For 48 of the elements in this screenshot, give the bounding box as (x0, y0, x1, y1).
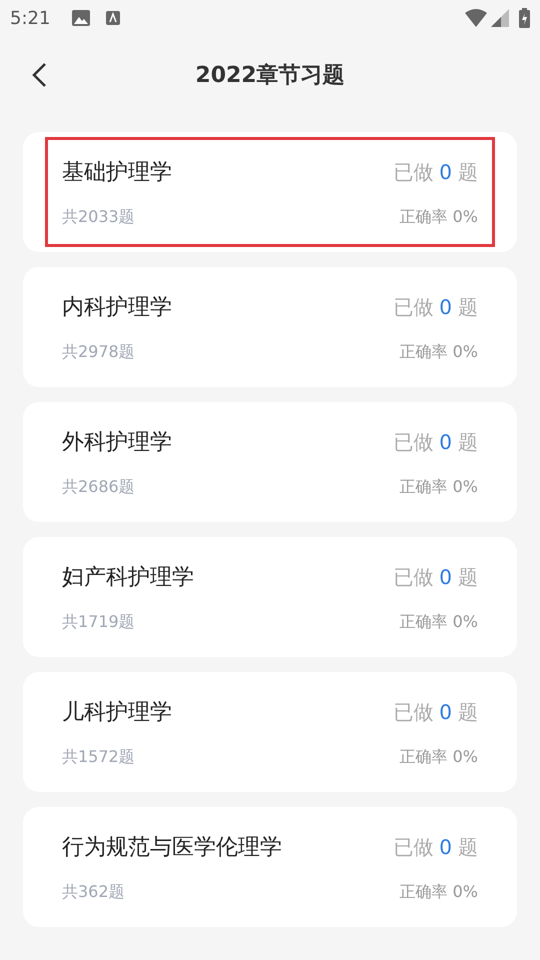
done-unit: 题 (458, 159, 478, 186)
subject-card[interactable]: 基础护理学 已做 0 题 共2033题 正确率 0% (23, 132, 517, 252)
subject-card[interactable]: 内科护理学 已做 0 题 共2978题 正确率 0% (23, 267, 517, 387)
subject-card[interactable]: 行为规范与医学伦理学 已做 0 题 共362题 正确率 0% (23, 807, 517, 927)
subject-card[interactable]: 儿科护理学 已做 0 题 共1572题 正确率 0% (23, 672, 517, 792)
question-total: 共2686题 (62, 476, 135, 498)
accuracy-rate: 正确率 0% (400, 476, 478, 498)
accuracy-rate: 正确率 0% (400, 880, 478, 902)
page-title: 2022章节习题 (195, 62, 345, 90)
subject-name: 基础护理学 (62, 158, 172, 186)
question-total: 共2033题 (62, 206, 135, 228)
accuracy-rate: 正确率 0% (400, 340, 478, 362)
done-count: 0 (439, 699, 452, 726)
done-unit: 题 (458, 834, 478, 861)
done-count: 0 (439, 564, 452, 591)
done-label: 已做 (393, 699, 434, 726)
subject-name: 外科护理学 (62, 428, 172, 456)
done-unit: 题 (458, 294, 478, 321)
subject-card[interactable]: 外科护理学 已做 0 题 共2686题 正确率 0% (23, 402, 517, 522)
subject-name: 儿科护理学 (62, 698, 172, 726)
subject-name: 行为规范与医学伦理学 (62, 834, 282, 862)
wifi-icon (465, 9, 487, 27)
subject-name: 妇产科护理学 (62, 564, 194, 592)
done-count: 0 (439, 159, 452, 186)
image-icon (72, 10, 90, 26)
question-total: 共362题 (62, 880, 125, 902)
question-total: 共2978题 (62, 340, 135, 362)
done-unit: 题 (458, 699, 478, 726)
done-label: 已做 (393, 159, 434, 186)
status-time: 5:21 (10, 6, 50, 30)
done-label: 已做 (393, 834, 434, 861)
done-unit: 题 (458, 429, 478, 456)
subject-name: 内科护理学 (62, 294, 172, 322)
done-label: 已做 (393, 564, 434, 591)
done-label: 已做 (393, 294, 434, 321)
signal-icon (491, 9, 509, 27)
done-label: 已做 (393, 429, 434, 456)
battery-icon (519, 8, 530, 28)
done-count: 0 (439, 834, 452, 861)
accuracy-rate: 正确率 0% (400, 746, 478, 768)
question-total: 共1572题 (62, 746, 135, 768)
accuracy-rate: 正确率 0% (400, 610, 478, 632)
subject-card[interactable]: 妇产科护理学 已做 0 题 共1719题 正确率 0% (23, 537, 517, 657)
done-count: 0 (439, 429, 452, 456)
done-unit: 题 (458, 564, 478, 591)
done-count: 0 (439, 294, 452, 321)
question-total: 共1719题 (62, 610, 135, 632)
accuracy-rate: 正确率 0% (400, 206, 478, 228)
